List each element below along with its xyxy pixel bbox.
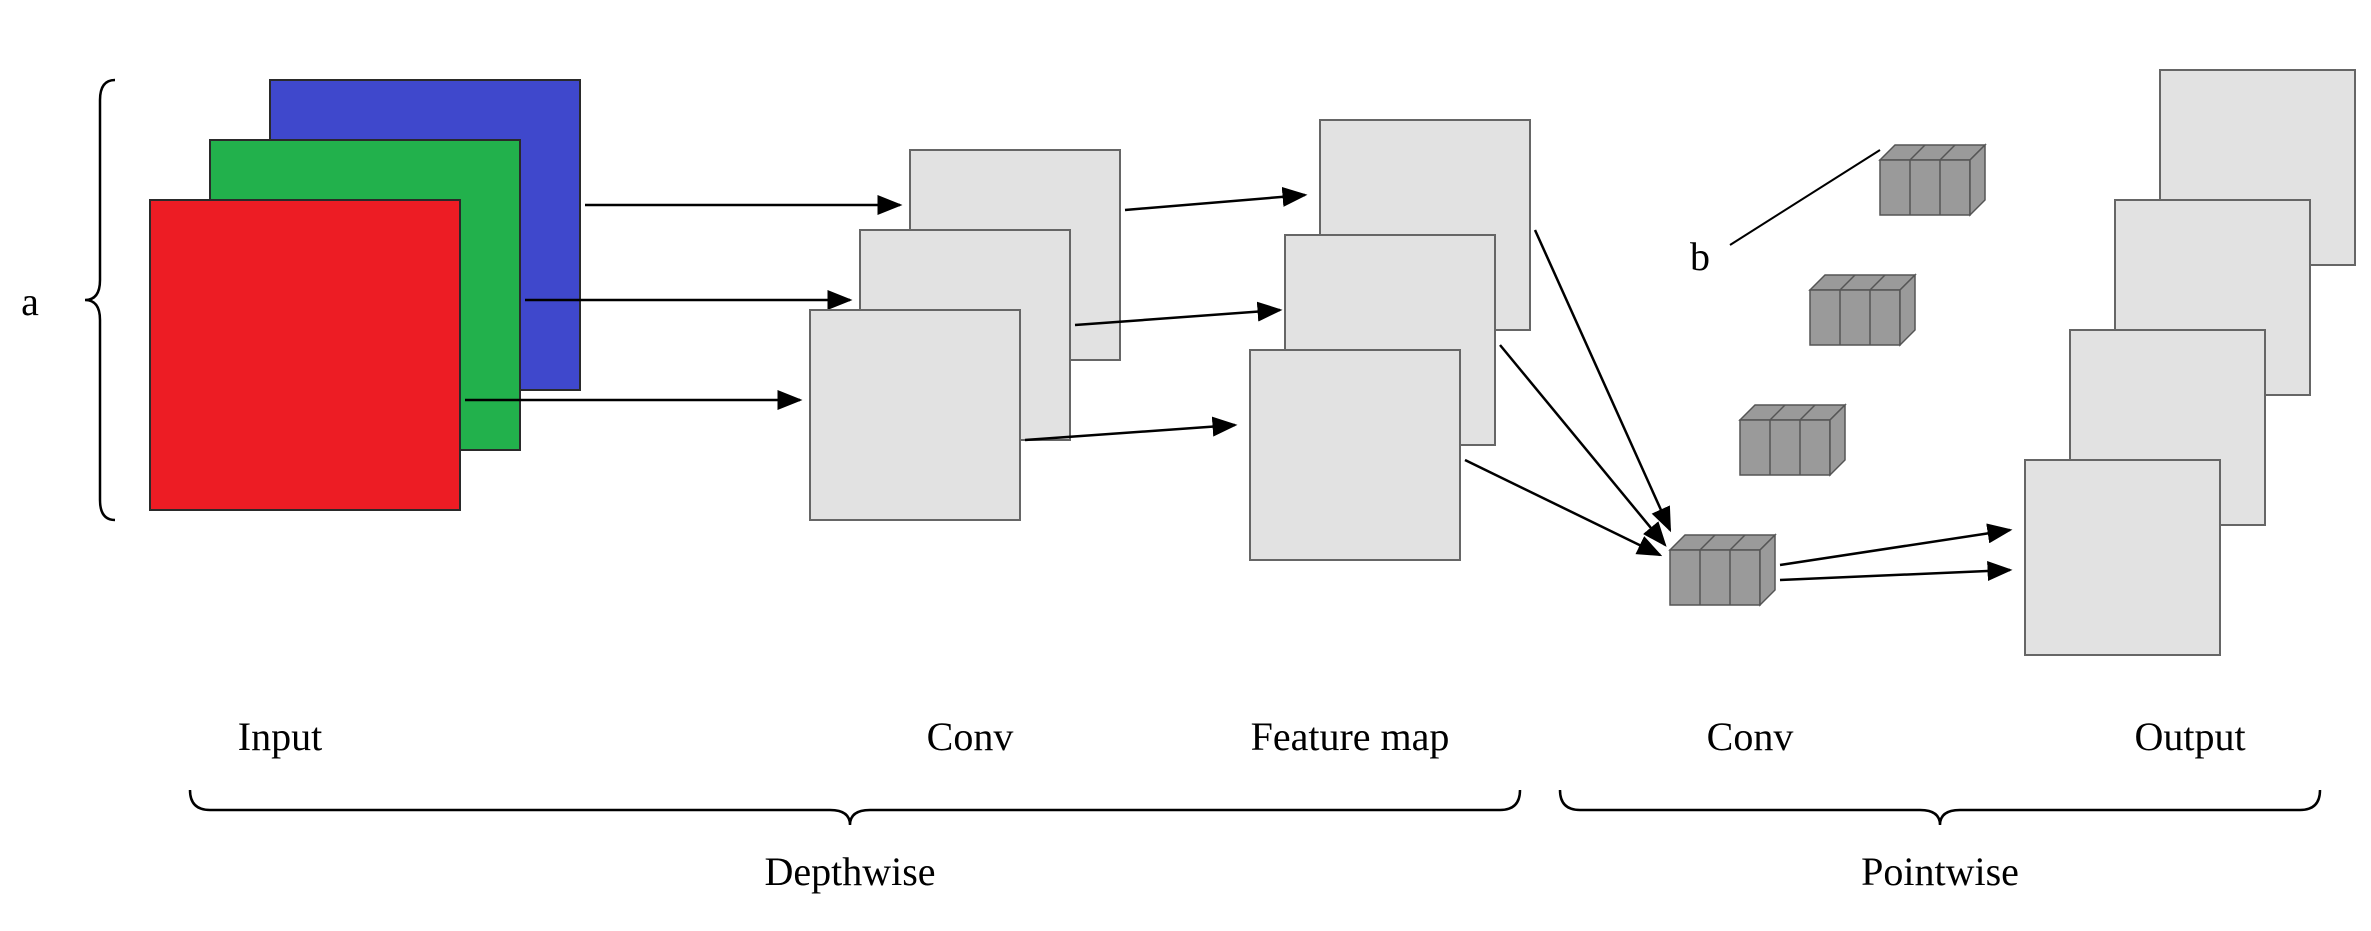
label-input: Input [238, 714, 322, 759]
label-pointwise: Pointwise [1861, 849, 2019, 894]
label-conv1: Conv [927, 714, 1014, 759]
pointwise-filter-2 [1740, 405, 1845, 475]
input-channel-red [150, 200, 460, 510]
feature-maps [1250, 120, 1530, 560]
output-stack [2025, 70, 2355, 655]
label-b: b [1690, 234, 1710, 279]
label-a: a [21, 279, 39, 324]
depthwise-kernel-1 [810, 310, 1020, 520]
arrows-pointwise-to-output [1780, 530, 2010, 580]
brace-depthwise: Depthwise [190, 790, 1520, 894]
label-output: Output [2134, 714, 2245, 759]
pointwise-filter-1 [1670, 535, 1775, 605]
brace-a: a [21, 80, 115, 520]
label-conv2: Conv [1707, 714, 1794, 759]
input-stack [150, 80, 580, 510]
pointwise-filter-3 [1810, 275, 1915, 345]
diagram-depthwise-separable-conv: a Input Conv Feature map [0, 0, 2371, 931]
pointwise-filters [1670, 145, 1985, 605]
label-featuremap: Feature map [1251, 714, 1450, 759]
pointwise-filter-4 [1880, 145, 1985, 215]
brace-pointwise: Pointwise [1560, 790, 2320, 894]
label-depthwise: Depthwise [764, 849, 935, 894]
label-b-pointer: b [1690, 150, 1880, 279]
output-channel-1 [2025, 460, 2220, 655]
feature-map-1 [1250, 350, 1460, 560]
